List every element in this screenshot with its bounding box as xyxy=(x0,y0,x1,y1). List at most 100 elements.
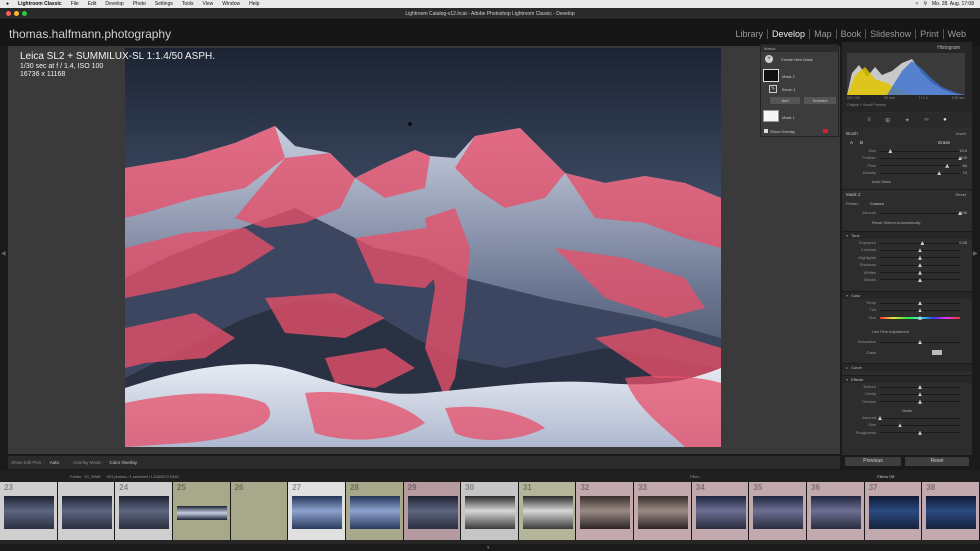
slider-value[interactable]: 0.28 xyxy=(959,240,967,245)
saturation-slider[interactable]: Saturation xyxy=(842,338,972,345)
filmstrip-cell[interactable]: 34 xyxy=(691,482,750,540)
apple-icon[interactable]: ● xyxy=(6,1,9,7)
filmstrip-thumbnail[interactable] xyxy=(4,496,54,529)
slider-track[interactable] xyxy=(880,424,960,426)
mask2-thumbnail[interactable] xyxy=(763,69,779,82)
slider-temp[interactable]: Temp xyxy=(842,299,972,306)
slider-amount[interactable]: Amount xyxy=(842,414,972,421)
module-book[interactable]: Book xyxy=(835,29,866,39)
effects-header[interactable]: ▾ Effects xyxy=(842,375,972,383)
slider-value[interactable]: 13.0 xyxy=(959,148,967,153)
slider-track[interactable] xyxy=(880,157,960,159)
filmstrip-cell[interactable]: 28 xyxy=(345,482,404,540)
menu-app-name[interactable]: Lightroom Classic xyxy=(18,1,62,7)
brush-b-tab[interactable]: B xyxy=(860,140,863,145)
module-slideshow[interactable]: Slideshow xyxy=(865,29,915,39)
filmstrip-cell[interactable]: 23 xyxy=(0,482,58,540)
slider-track[interactable] xyxy=(880,417,960,419)
preset-dropdown[interactable]: Custom xyxy=(870,201,884,206)
filmstrip-cell[interactable]: 25 xyxy=(172,482,231,540)
mask-reset-button[interactable]: Reset xyxy=(956,192,966,197)
slider-texture[interactable]: Texture xyxy=(842,383,972,390)
filmstrip-cell[interactable]: 37 xyxy=(864,482,923,540)
filmstrip-cell[interactable]: 27 xyxy=(288,482,346,540)
edit-sliders-icon[interactable]: ≡ xyxy=(867,117,871,123)
heal-icon[interactable]: ✦ xyxy=(905,117,910,124)
brush-a-tab[interactable]: A xyxy=(850,140,853,145)
wifi-icon[interactable]: ≈ xyxy=(916,1,919,7)
slider-density[interactable]: Density 74 xyxy=(842,169,972,176)
slider-contrast[interactable]: Contrast xyxy=(842,246,972,253)
slider-clarity[interactable]: Clarity xyxy=(842,390,972,397)
menu-file[interactable]: File xyxy=(71,1,79,7)
slider-flow[interactable]: Flow 84 xyxy=(842,162,972,169)
brush-erase-tab[interactable]: Erase xyxy=(938,140,950,145)
mask1-thumbnail[interactable] xyxy=(763,110,779,122)
reset-sliders-checkbox[interactable]: Reset Sliders Automatically xyxy=(872,220,920,225)
mask2-label[interactable]: Mask 2 xyxy=(782,74,795,79)
module-library[interactable]: Library xyxy=(732,29,768,39)
histogram-graph[interactable] xyxy=(847,53,965,95)
filmstrip-source[interactable]: Folder : 01_RAW xyxy=(70,474,101,479)
filmstrip-cell[interactable]: 32 xyxy=(576,482,635,540)
show-overlay-checkbox[interactable] xyxy=(764,129,768,133)
slider-track[interactable] xyxy=(880,242,960,244)
search-icon[interactable]: ⚲ xyxy=(923,1,927,7)
filmstrip-cell[interactable]: 24 xyxy=(115,482,173,540)
slider-feather[interactable]: Feather 100 xyxy=(842,154,972,161)
filmstrip-cell[interactable] xyxy=(57,482,116,540)
slider-blacks[interactable]: Blacks xyxy=(842,276,972,283)
slider-track[interactable] xyxy=(880,172,960,174)
filters-off-dropdown[interactable]: Filters Off xyxy=(877,474,894,479)
slider-size[interactable]: Size xyxy=(842,421,972,428)
filmstrip-cell[interactable]: 30 xyxy=(461,482,519,540)
filmstrip-cell[interactable]: 26 xyxy=(230,482,289,540)
color-swatch[interactable] xyxy=(932,350,942,355)
filmstrip-thumbnail[interactable] xyxy=(235,496,285,529)
module-develop[interactable]: Develop xyxy=(767,29,809,39)
amount-value[interactable]: 100 xyxy=(960,210,967,215)
filmstrip-thumbnail[interactable] xyxy=(349,496,400,529)
filmstrip-cell[interactable]: 35 xyxy=(749,482,808,540)
menu-settings[interactable]: Settings xyxy=(155,1,173,7)
filmstrip-cell[interactable]: 31 xyxy=(518,482,577,540)
slider-hue[interactable]: Hue xyxy=(842,314,972,321)
menu-help[interactable]: Help xyxy=(249,1,259,7)
filmstrip-thumbnail[interactable] xyxy=(407,496,458,529)
filmstrip-thumbnail[interactable] xyxy=(119,496,170,529)
filmstrip-thumbnail[interactable] xyxy=(753,496,804,529)
filmstrip[interactable]: 23 24 25 26 27 28 29 30 31 32 33 34 35 36 37 38 xyxy=(0,482,980,544)
filmstrip-thumbnail[interactable] xyxy=(176,506,227,520)
filmstrip-cell[interactable]: 36 xyxy=(807,482,865,540)
close-window-button[interactable] xyxy=(6,11,11,16)
subtract-button[interactable]: Subtract xyxy=(804,97,836,104)
filmstrip-thumbnail[interactable] xyxy=(811,496,862,529)
auto-mask-checkbox[interactable]: Auto Mask xyxy=(872,179,891,184)
brush1-label[interactable]: Brush 1 xyxy=(782,87,796,92)
slider-dehaze[interactable]: Dehaze xyxy=(842,398,972,405)
slider-tint[interactable]: Tint xyxy=(842,306,972,313)
slider-value[interactable]: 84 xyxy=(963,163,967,168)
invert-checkbox[interactable]: Invert xyxy=(956,131,966,136)
slider-highlights[interactable]: Highlights xyxy=(842,254,972,261)
create-new-mask[interactable]: Create New Mask xyxy=(781,57,813,62)
filmstrip-cell[interactable]: 38 xyxy=(922,482,980,540)
crop-icon[interactable]: ⊞ xyxy=(885,117,890,124)
filmstrip-thumbnail[interactable] xyxy=(638,496,689,529)
overlay-mode-dropdown[interactable]: Color Overlay xyxy=(110,460,138,465)
filmstrip-thumbnail[interactable] xyxy=(292,496,343,529)
filmstrip-thumbnail[interactable] xyxy=(926,496,977,529)
module-print[interactable]: Print xyxy=(915,29,943,39)
previous-button[interactable]: Previous xyxy=(845,457,901,466)
menu-tools[interactable]: Tools xyxy=(182,1,194,7)
filmstrip-thumbnail[interactable] xyxy=(580,496,631,529)
menu-edit[interactable]: Edit xyxy=(88,1,97,7)
filmstrip-cell[interactable]: 33 xyxy=(634,482,692,540)
slider-value[interactable]: 74 xyxy=(963,170,967,175)
filmstrip-thumbnail[interactable] xyxy=(61,496,112,529)
overlay-color-swatch[interactable] xyxy=(823,129,828,133)
zoom-window-button[interactable] xyxy=(22,11,27,16)
module-web[interactable]: Web xyxy=(942,29,970,39)
menu-window[interactable]: Window xyxy=(222,1,240,7)
slider-exposure[interactable]: Exposure 0.28 xyxy=(842,239,972,246)
